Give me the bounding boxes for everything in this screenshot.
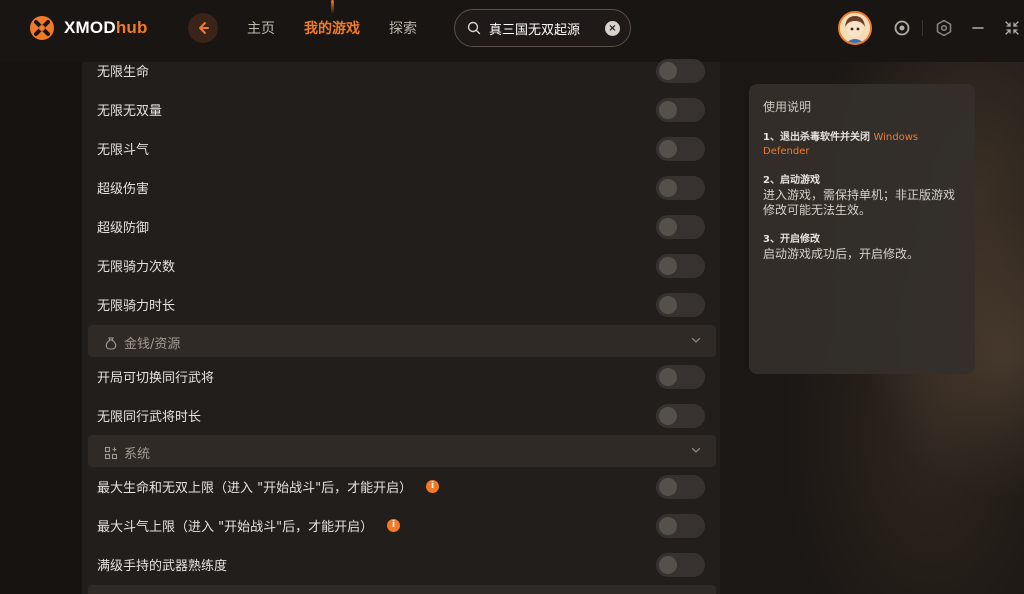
toggle-knob (659, 62, 677, 80)
nav-my-games[interactable]: 我的游戏 (304, 18, 360, 38)
section-title-text: 系统 (124, 447, 151, 462)
toggle-knob (659, 140, 677, 158)
section-header-next[interactable] (88, 585, 716, 594)
cheat-toggle[interactable] (656, 137, 705, 161)
cheat-row: 超级防御 (82, 207, 720, 246)
toggle-knob (659, 478, 677, 496)
cheat-toggle[interactable] (656, 98, 705, 122)
cheat-label: 无限生命 (97, 65, 150, 80)
xmod-logo-icon (30, 16, 54, 40)
info-icon[interactable]: i (426, 480, 440, 493)
step-title: 1、退出杀毒软件并关闭 Windows Defender (763, 131, 961, 159)
info-icon[interactable]: i (387, 519, 401, 532)
cheat-label: 无限同行武将时长 (97, 410, 202, 425)
cheat-toggle[interactable] (656, 404, 705, 428)
toggle-knob (659, 101, 677, 119)
section-title: 金钱/资源 (104, 333, 180, 352)
toggle-knob (659, 368, 677, 386)
toggle-knob (659, 407, 677, 425)
search-icon (467, 21, 481, 35)
search-input[interactable] (489, 20, 597, 36)
grid-icon (104, 446, 118, 459)
cheat-toggle[interactable] (656, 293, 705, 317)
step-title: 2、启动游戏 (763, 175, 820, 186)
divider (922, 20, 923, 36)
chevron-down-icon[interactable] (690, 334, 702, 346)
cheat-label-text: 最大斗气上限（进入 "开始战斗"后，才能开启） (97, 520, 374, 535)
cheat-toggle[interactable] (656, 365, 705, 389)
settings-icon[interactable] (935, 19, 953, 37)
minimize-icon[interactable] (969, 19, 987, 37)
cheat-row: 无限同行武将时长 (82, 396, 720, 435)
section-header-money[interactable]: 金钱/资源 (88, 325, 716, 357)
cheat-row: 最大斗气上限（进入 "开始战斗"后，才能开启） i (82, 506, 720, 545)
instruction-step-2: 2、启动游戏 进入游戏，需保持单机；非正版游戏修改可能无法生效。 (763, 174, 961, 218)
active-nav-indicator (331, 0, 334, 14)
section-title: 系统 (104, 443, 150, 462)
toggle-knob (659, 556, 677, 574)
cheat-label: 超级防御 (97, 221, 150, 236)
clear-search-icon[interactable]: × (605, 21, 620, 36)
cheat-label: 超级伤害 (97, 182, 150, 197)
toggle-knob (659, 179, 677, 197)
chevron-down-icon[interactable] (690, 444, 702, 456)
toggle-knob (659, 296, 677, 314)
money-bag-icon (105, 336, 117, 350)
section-title-text: 金钱/资源 (124, 337, 181, 352)
arrow-left-icon (199, 22, 209, 34)
logo-text-accent: hub (115, 18, 148, 37)
cheat-toggle[interactable] (656, 475, 705, 499)
cheat-label: 无限骑力次数 (97, 260, 176, 275)
cheat-row: 无限骑力次数 (82, 246, 720, 285)
toggle-knob (659, 218, 677, 236)
instructions-card: 使用说明 1、退出杀毒软件并关闭 Windows Defender 2、启动游戏… (749, 84, 975, 374)
cheat-row: 超级伤害 (82, 168, 720, 207)
cheat-toggle[interactable] (656, 215, 705, 239)
app-logo[interactable]: XMODhub (28, 13, 148, 43)
cheat-toggle[interactable] (656, 514, 705, 538)
cheat-row: 开局可切换同行武将 (82, 357, 720, 396)
step-body: 启动游戏成功后，开启修改。 (763, 247, 920, 261)
user-avatar-icon (840, 13, 870, 43)
collapse-window-icon[interactable] (1003, 19, 1021, 37)
instruction-step-1: 1、退出杀毒软件并关闭 Windows Defender (763, 131, 961, 159)
cheat-row: 无限骑力时长 (82, 285, 720, 324)
cheat-row: 无限无双量 (82, 90, 720, 129)
avatar[interactable] (838, 11, 872, 45)
cheat-label: 最大斗气上限（进入 "开始战斗"后，才能开启） i (97, 516, 401, 535)
cheat-row: 无限生命 (82, 51, 720, 90)
nav-home[interactable]: 主页 (247, 18, 275, 38)
logo-text-main: XMOD (64, 18, 116, 37)
cheat-label: 无限骑力时长 (97, 299, 176, 314)
cheat-row: 无限斗气 (82, 129, 720, 168)
cheat-label: 开局可切换同行武将 (97, 371, 215, 386)
cheat-label: 最大生命和无双上限（进入 "开始战斗"后，才能开启） i (97, 477, 440, 496)
toggle-knob (659, 257, 677, 275)
logo-text: XMODhub (64, 18, 148, 38)
toggle-knob (659, 517, 677, 535)
step-title: 3、开启修改 (763, 234, 820, 245)
nav-explore[interactable]: 探索 (389, 18, 417, 38)
section-header-system[interactable]: 系统 (88, 435, 716, 467)
main-area: 无限生命 无限无双量 无限斗气 超级伤害 超级防御 无限骑力次数 无限骑力时长 (0, 59, 1024, 594)
cheat-label-text: 最大生命和无双上限（进入 "开始战斗"后，才能开启） (97, 481, 413, 496)
cheat-label: 无限无双量 (97, 104, 163, 119)
back-button[interactable] (188, 13, 218, 43)
step-body: 进入游戏，需保持单机；非正版游戏修改可能无法生效。 (763, 188, 956, 217)
search-box[interactable]: × (454, 9, 631, 47)
cheat-toggle[interactable] (656, 553, 705, 577)
instructions-title: 使用说明 (763, 100, 812, 114)
cheat-row: 最大生命和无双上限（进入 "开始战斗"后，才能开启） i (82, 467, 720, 506)
cheat-label: 无限斗气 (97, 143, 150, 158)
cheat-toggle[interactable] (656, 59, 705, 83)
notification-icon[interactable] (893, 19, 911, 37)
cheat-toggle[interactable] (656, 176, 705, 200)
instruction-step-3: 3、开启修改 启动游戏成功后，开启修改。 (763, 233, 961, 262)
cheat-row: 满级手持的武器熟练度 (82, 545, 720, 584)
step-title-text: 1、退出杀毒软件并关闭 (763, 132, 870, 143)
cheat-toggle[interactable] (656, 254, 705, 278)
cheat-label: 满级手持的武器熟练度 (97, 559, 228, 574)
cheat-list-panel[interactable]: 无限生命 无限无双量 无限斗气 超级伤害 超级防御 无限骑力次数 无限骑力时长 (82, 59, 720, 594)
